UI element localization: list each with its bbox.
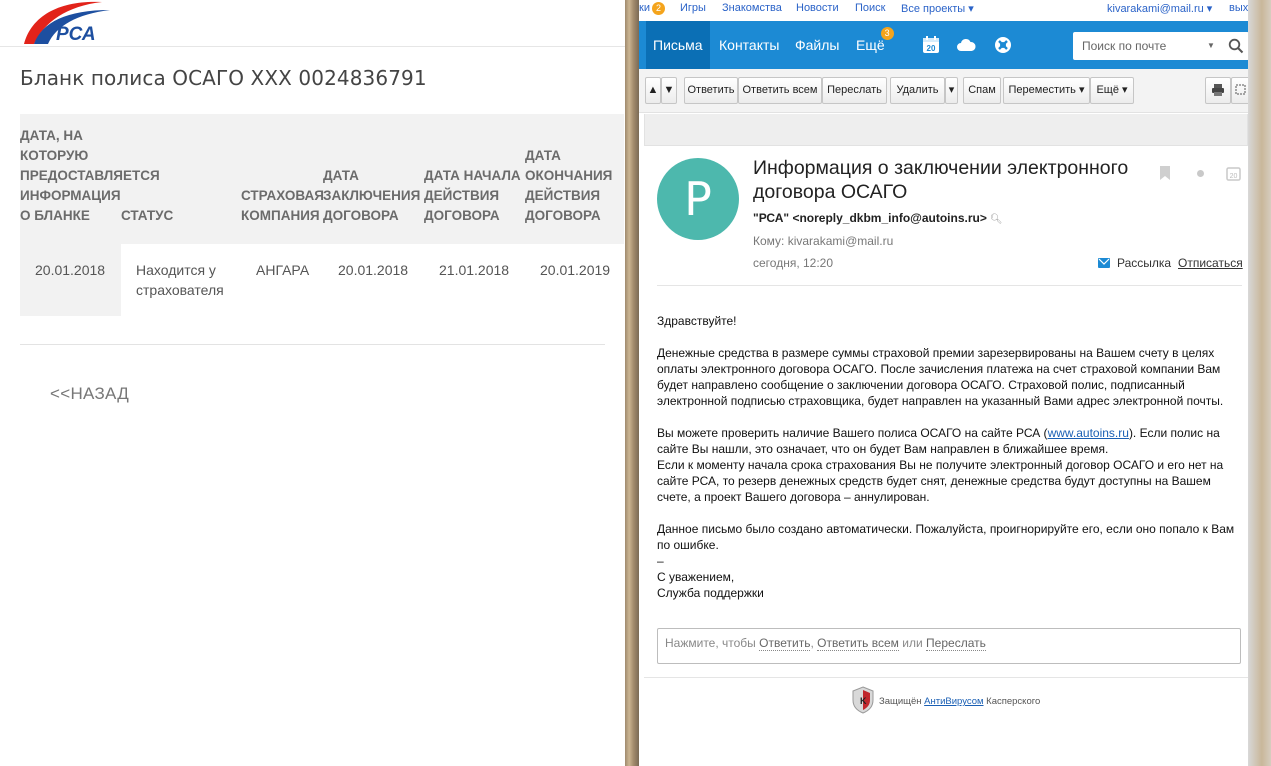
search-dropdown-icon[interactable]: ▼: [1207, 41, 1215, 50]
cloud-icon[interactable]: [955, 34, 977, 56]
sender-search-icon[interactable]: 🔍︎: [990, 214, 1003, 225]
greeting: Здравствуйте!: [657, 314, 737, 328]
topbar-item-partial[interactable]: ки 2: [639, 2, 665, 15]
table-row: 20.01.2018 Находится у страхователя АНГА…: [20, 244, 624, 316]
kaspersky-notice: Защищён АнтиВирусом Касперского: [879, 696, 1041, 707]
unsubscribe-link[interactable]: Отписаться: [1178, 256, 1243, 270]
tab-letters[interactable]: Письма: [646, 21, 710, 69]
topbar-item-dating[interactable]: Знакомства: [722, 2, 782, 14]
reply-button[interactable]: Ответить: [684, 77, 738, 104]
mailing-label: Рассылка: [1117, 256, 1172, 270]
recipient-line: Кому: kivarakami@mail.ru: [753, 234, 894, 248]
message-date: сегодня, 12:20: [753, 256, 834, 270]
more-actions-button[interactable]: Ещё ▾: [1090, 77, 1134, 104]
print-button[interactable]: [1205, 77, 1231, 104]
topbar-item-news[interactable]: Новости: [796, 2, 839, 14]
calendar-icon[interactable]: 20: [920, 34, 942, 56]
cell-conclusion-date: 20.01.2018: [338, 262, 409, 278]
search-input[interactable]: [1073, 32, 1213, 60]
cell-info-date: 20.01.2018: [20, 244, 121, 316]
prev-message-button[interactable]: ▲: [645, 77, 661, 104]
bookmark-icon[interactable]: [1158, 165, 1172, 181]
col-header-start-date: ДАТА НАЧАЛА ДЕЙСТВИЯ ДОГОВОРА: [424, 114, 525, 244]
popout-icon: [1235, 84, 1246, 95]
header-divider: [657, 285, 1242, 286]
message-subject: Информация о заключении электронного дог…: [753, 157, 1129, 203]
topbar-item-games[interactable]: Игры: [680, 2, 706, 14]
svg-text:20: 20: [1230, 173, 1238, 180]
back-link[interactable]: <<НАЗАД: [50, 384, 129, 404]
rsa-page: РСА Бланк полиса ОСАГО XXX 0024836791 ДА…: [0, 0, 625, 766]
tab-more[interactable]: Ещё 3: [849, 21, 894, 69]
cell-company: АНГАРА: [256, 262, 310, 278]
calendar-event-icon[interactable]: 20: [1226, 166, 1241, 181]
quick-reply-all-link[interactable]: Ответить всем: [817, 636, 899, 651]
search-box: ▼: [1073, 32, 1248, 60]
rsa-header: РСА: [0, 0, 625, 47]
cell-end-date: 20.01.2019: [540, 262, 611, 278]
reply-all-button[interactable]: Ответить всем: [738, 77, 822, 104]
delete-button[interactable]: Удалить: [890, 77, 945, 104]
col-header-info-date: ДАТА, НА КОТОРУЮ ПРЕДОСТАВЛЯЕТСЯ ИНФОРМА…: [20, 114, 160, 244]
rsa-logo-text: РСА: [56, 24, 96, 44]
autoins-link[interactable]: www.autoins.ru: [1048, 426, 1129, 440]
search-icon[interactable]: [1228, 38, 1244, 54]
games-icon[interactable]: [992, 34, 1014, 56]
col-header-conclusion-date: ДАТА ЗАКЛЮЧЕНИЯ ДОГОВОРА: [323, 114, 424, 244]
unread-dot-icon[interactable]: [1196, 169, 1205, 178]
portal-topbar: ки 2 Игры Знакомства Новости Поиск Все пр…: [639, 0, 1248, 18]
print-icon: [1212, 84, 1224, 96]
next-message-button[interactable]: ▼: [661, 77, 677, 104]
more-badge: 3: [880, 27, 894, 40]
signature: Служба поддержки: [657, 586, 764, 600]
kaspersky-shield-icon: K: [852, 686, 874, 714]
topbar-badge: 2: [651, 2, 665, 15]
exit-link[interactable]: вых: [1229, 2, 1248, 14]
sender-address[interactable]: "РСА" <noreply_dkbm_info@autoins.ru> 🔍︎: [753, 211, 1003, 225]
toolbar-spacer: [644, 114, 1248, 146]
window-separator: [625, 0, 639, 766]
spam-button[interactable]: Спам: [963, 77, 1001, 104]
antivirus-link[interactable]: АнтиВирусом: [924, 696, 983, 707]
mail-window: ки 2 Игры Знакомства Новости Поиск Все пр…: [639, 0, 1248, 766]
footer-divider: [644, 677, 1248, 678]
rsa-logo[interactable]: РСА: [22, 0, 122, 44]
divider: [20, 344, 605, 345]
tab-contacts[interactable]: Контакты: [712, 21, 786, 69]
topbar-item-search[interactable]: Поиск: [855, 2, 885, 14]
svg-text:20: 20: [927, 44, 936, 53]
topbar-item-all-projects[interactable]: Все проекты ▾: [901, 2, 974, 15]
message-toolbar: ▲ ▼ Ответить Ответить всем Переслать Уда…: [639, 69, 1248, 113]
quick-forward-link[interactable]: Переслать: [926, 636, 986, 651]
forward-button[interactable]: Переслать: [822, 77, 887, 104]
delete-dropdown-button[interactable]: ▾: [945, 77, 958, 104]
mail-navbar: Письма Контакты Файлы Ещё3 20 ▼: [639, 21, 1248, 69]
svg-text:K: K: [860, 696, 867, 706]
mailing-icon: [1098, 258, 1110, 268]
message-body: Здравствуйте! Денежные средства в размер…: [657, 313, 1247, 601]
cell-status: Находится у страхователя: [136, 262, 224, 298]
cell-start-date: 21.01.2018: [439, 262, 510, 278]
user-email-menu[interactable]: kivarakami@mail.ru ▾: [1107, 2, 1212, 15]
col-header-end-date: ДАТА ОКОНЧАНИЯ ДЕЙСТВИЯ ДОГОВОРА: [525, 114, 624, 244]
body-paragraph-1: Денежные средства в размере суммы страхо…: [657, 346, 1224, 408]
window-edge: [1248, 0, 1271, 766]
policy-table: ДАТА, НА КОТОРУЮ ПРЕДОСТАВЛЯЕТСЯ ИНФОРМА…: [20, 114, 624, 316]
body-paragraph-2: Вы можете проверить наличие Вашего полис…: [657, 426, 1220, 456]
open-window-button[interactable]: [1231, 77, 1248, 104]
body-paragraph-4: Данное письмо было создано автоматически…: [657, 522, 1235, 552]
table-header-row: ДАТА, НА КОТОРУЮ ПРЕДОСТАВЛЯЕТСЯ ИНФОРМА…: [20, 114, 624, 244]
quick-reply-box[interactable]: Нажмите, чтобы Ответить, Ответить всем и…: [657, 628, 1241, 664]
body-paragraph-3: Если к моменту начала срока страхования …: [657, 458, 1224, 504]
regards: С уважением,: [657, 570, 735, 584]
sender-avatar[interactable]: P: [657, 158, 739, 240]
signature-dash: –: [657, 554, 664, 568]
quick-reply-link[interactable]: Ответить: [759, 636, 811, 651]
tab-files[interactable]: Файлы: [788, 21, 846, 69]
col-header-company: СТРАХОВАЯ КОМПАНИЯ: [241, 114, 324, 244]
move-button[interactable]: Переместить ▾: [1003, 77, 1090, 104]
page-title: Бланк полиса ОСАГО XXX 0024836791: [20, 66, 427, 90]
